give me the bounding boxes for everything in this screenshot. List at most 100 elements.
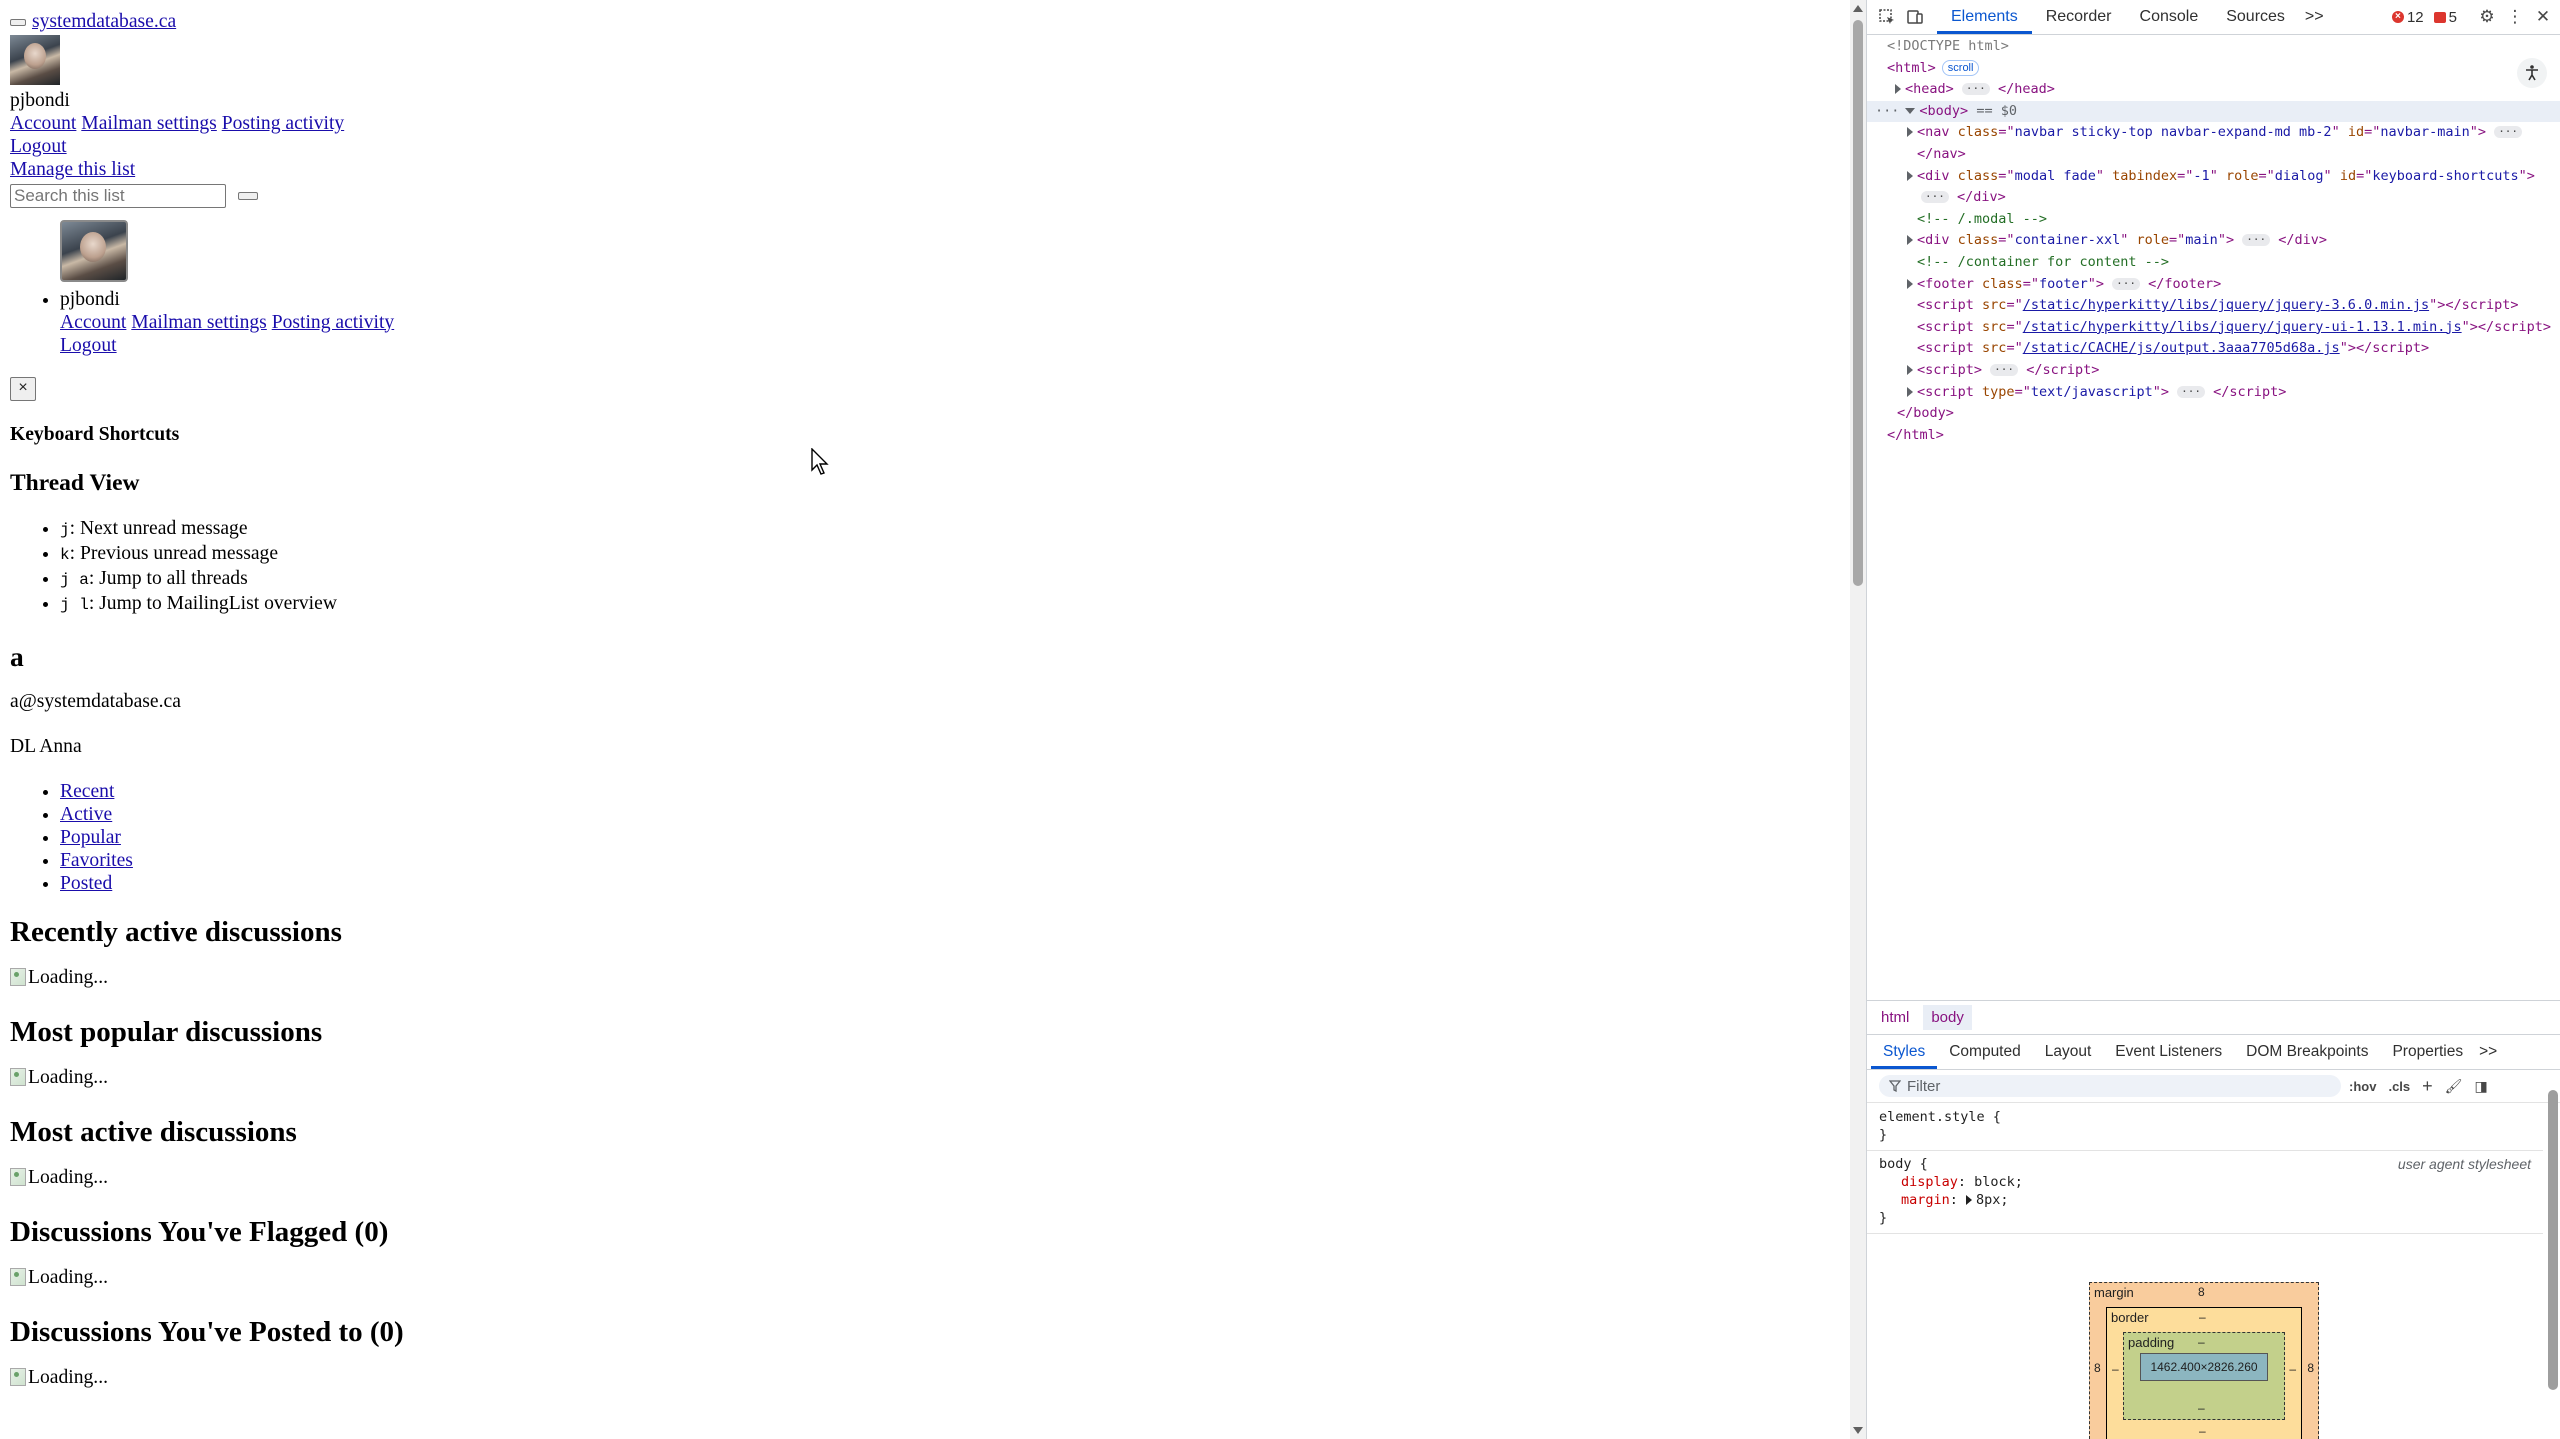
css-property-line[interactable]: margin: 8px; bbox=[1879, 1191, 2531, 1209]
collapsed-ellipsis[interactable]: ··· bbox=[2112, 277, 2141, 290]
dom-inline-script[interactable]: <script> ··· </script> bbox=[1867, 360, 2560, 382]
dom-doctype[interactable]: <!DOCTYPE html> bbox=[1867, 36, 2560, 58]
scroll-down-icon[interactable] bbox=[1853, 1427, 1863, 1434]
expand-triangle-icon[interactable] bbox=[1907, 127, 1913, 138]
dropdown-posting-activity-link[interactable]: Posting activity bbox=[272, 312, 394, 333]
nav-active-link[interactable]: Active bbox=[60, 804, 112, 825]
navbar-toggler-button[interactable] bbox=[10, 19, 26, 26]
dom-script-3[interactable]: <script src="/static/CACHE/js/output.3aa… bbox=[1867, 338, 2560, 360]
dom-modal-div[interactable]: <div class="modal fade" tabindex="-1" ro… bbox=[1867, 166, 2560, 188]
dropdown-logout-link[interactable]: Logout bbox=[60, 335, 117, 356]
class-toggle-button[interactable]: .cls bbox=[2388, 1079, 2410, 1094]
expand-triangle-icon[interactable] bbox=[1907, 364, 1913, 375]
element-style-rule[interactable]: element.style { } bbox=[1867, 1104, 2543, 1151]
collapsed-ellipsis[interactable]: ··· bbox=[1961, 83, 1990, 96]
posting-activity-link[interactable]: Posting activity bbox=[222, 113, 344, 134]
dom-container-div[interactable]: <div class="container-xxl" role="main"> … bbox=[1867, 230, 2560, 252]
tab-console[interactable]: Console bbox=[2126, 0, 2213, 34]
account-link[interactable]: Account bbox=[10, 113, 76, 134]
dom-head[interactable]: <head> ··· </head> bbox=[1867, 79, 2560, 101]
expand-triangle-icon[interactable] bbox=[1907, 170, 1913, 181]
more-dots-icon[interactable]: ··· bbox=[1875, 103, 1899, 119]
error-count-badge[interactable]: × 12 bbox=[2391, 9, 2424, 26]
search-list-input[interactable] bbox=[10, 183, 226, 208]
dropdown-mailman-settings-link[interactable]: Mailman settings bbox=[131, 312, 267, 333]
dom-footer[interactable]: <footer class="footer"> ··· </footer> bbox=[1867, 274, 2560, 296]
nav-recent-link[interactable]: Recent bbox=[60, 781, 114, 802]
inspect-element-icon[interactable] bbox=[1873, 3, 1901, 31]
dom-script-1[interactable]: <script src="/static/hyperkitty/libs/jqu… bbox=[1867, 295, 2560, 317]
device-toolbar-icon[interactable] bbox=[1901, 3, 1929, 31]
paint-icon[interactable]: 🖌 bbox=[2445, 1078, 2463, 1095]
tab-event-listeners[interactable]: Event Listeners bbox=[2103, 1035, 2234, 1069]
dom-comment-container[interactable]: <!-- /container for content --> bbox=[1867, 252, 2560, 274]
box-model-content[interactable]: 1462.400×2826.260 bbox=[2140, 1353, 2268, 1381]
accessibility-tree-icon[interactable] bbox=[2517, 58, 2547, 88]
dom-comment-modal[interactable]: <!-- /.modal --> bbox=[1867, 209, 2560, 231]
mailman-settings-link[interactable]: Mailman settings bbox=[81, 113, 217, 134]
message-count-badge[interactable]: 5 bbox=[2433, 9, 2457, 26]
expand-triangle-icon[interactable] bbox=[1907, 278, 1913, 289]
page-scrollbar[interactable] bbox=[1850, 0, 1866, 1439]
breadcrumb-body[interactable]: body bbox=[1923, 1004, 1972, 1030]
more-subtabs-button[interactable]: >> bbox=[2475, 1035, 2501, 1069]
dom-modal-div-close[interactable]: ··· </div> bbox=[1867, 187, 2560, 209]
tab-recorder[interactable]: Recorder bbox=[2032, 0, 2126, 34]
box-model-padding[interactable]: padding – – 1462.400×2826.260 bbox=[2123, 1332, 2285, 1420]
scroll-up-icon[interactable] bbox=[1853, 5, 1863, 12]
nav-posted-link[interactable]: Posted bbox=[60, 873, 112, 894]
collapsed-ellipsis[interactable]: ··· bbox=[2494, 126, 2523, 139]
expand-triangle-icon[interactable] bbox=[1907, 386, 1913, 397]
box-model-margin[interactable]: margin 8 8 8 border – – – – padding – – … bbox=[2089, 1282, 2319, 1439]
dom-body-close[interactable]: </body> bbox=[1867, 403, 2560, 425]
script-src-link[interactable]: /static/hyperkitty/libs/jquery/jquery-ui… bbox=[2023, 319, 2462, 335]
expand-triangle-icon[interactable] bbox=[1907, 235, 1913, 246]
tab-layout[interactable]: Layout bbox=[2033, 1035, 2104, 1069]
tab-computed[interactable]: Computed bbox=[1937, 1035, 2033, 1069]
tab-sources[interactable]: Sources bbox=[2212, 0, 2299, 34]
search-submit-button[interactable] bbox=[238, 191, 258, 200]
hover-state-button[interactable]: :hov bbox=[2349, 1079, 2376, 1094]
collapsed-ellipsis[interactable]: ··· bbox=[1921, 191, 1949, 204]
scrollbar-thumb[interactable] bbox=[1853, 20, 1863, 586]
expand-triangle-icon[interactable] bbox=[1966, 1195, 1973, 1205]
styles-scrollbar[interactable] bbox=[2545, 1060, 2560, 1439]
dropdown-account-link[interactable]: Account bbox=[60, 312, 126, 333]
breadcrumb-html[interactable]: html bbox=[1873, 1005, 1917, 1030]
toggle-sidebar-icon[interactable]: ◨ bbox=[2474, 1078, 2487, 1095]
close-devtools-icon[interactable]: ✕ bbox=[2529, 3, 2557, 31]
collapsed-ellipsis[interactable]: ··· bbox=[1990, 363, 2019, 376]
collapsed-ellipsis[interactable]: ··· bbox=[2242, 234, 2271, 247]
close-modal-button[interactable]: × bbox=[10, 376, 36, 401]
logout-link[interactable]: Logout bbox=[10, 136, 67, 157]
css-property-line[interactable]: display: block; bbox=[1879, 1173, 2531, 1191]
styles-scrollbar-thumb[interactable] bbox=[2548, 1090, 2558, 1390]
script-src-link[interactable]: /static/CACHE/js/output.3aaa7705d68a.js bbox=[2023, 340, 2340, 356]
expand-triangle-icon[interactable] bbox=[1895, 84, 1901, 95]
more-tabs-button[interactable]: >> bbox=[2299, 0, 2330, 34]
body-style-rule[interactable]: user agent stylesheet body { display: bl… bbox=[1867, 1151, 2543, 1234]
dom-html[interactable]: <html> scroll bbox=[1867, 58, 2560, 80]
nav-popular-link[interactable]: Popular bbox=[60, 827, 121, 848]
styles-filter-input[interactable]: Filter bbox=[1879, 1075, 2341, 1097]
new-style-rule-icon[interactable]: + bbox=[2422, 1076, 2433, 1097]
kebab-menu-icon[interactable]: ⋮ bbox=[2501, 3, 2529, 31]
collapse-triangle-icon[interactable] bbox=[1905, 107, 1916, 114]
script-src-link[interactable]: /static/hyperkitty/libs/jquery/jquery-3.… bbox=[2023, 297, 2429, 313]
tab-properties[interactable]: Properties bbox=[2380, 1035, 2475, 1069]
dom-typed-script[interactable]: <script type="text/javascript"> ··· </sc… bbox=[1867, 382, 2560, 404]
manage-list-link[interactable]: Manage this list bbox=[10, 159, 135, 180]
tab-styles[interactable]: Styles bbox=[1871, 1035, 1938, 1069]
tab-dom-breakpoints[interactable]: DOM Breakpoints bbox=[2234, 1035, 2380, 1069]
gear-icon[interactable]: ⚙ bbox=[2473, 3, 2501, 31]
dom-html-close[interactable]: </html> bbox=[1867, 425, 2560, 447]
scroll-badge[interactable]: scroll bbox=[1941, 59, 1980, 76]
collapsed-ellipsis[interactable]: ··· bbox=[2177, 385, 2206, 398]
dom-script-2[interactable]: <script src="/static/hyperkitty/libs/jqu… bbox=[1867, 317, 2560, 339]
dom-nav[interactable]: <nav class="navbar sticky-top navbar-exp… bbox=[1867, 122, 2560, 144]
tab-elements[interactable]: Elements bbox=[1937, 0, 2032, 34]
box-model-border[interactable]: border – – – – padding – – 1462.400×2826… bbox=[2106, 1307, 2302, 1439]
site-home-link[interactable]: systemdatabase.ca bbox=[32, 11, 176, 32]
dom-nav-close[interactable]: </nav> bbox=[1867, 144, 2560, 166]
nav-favorites-link[interactable]: Favorites bbox=[60, 850, 133, 871]
